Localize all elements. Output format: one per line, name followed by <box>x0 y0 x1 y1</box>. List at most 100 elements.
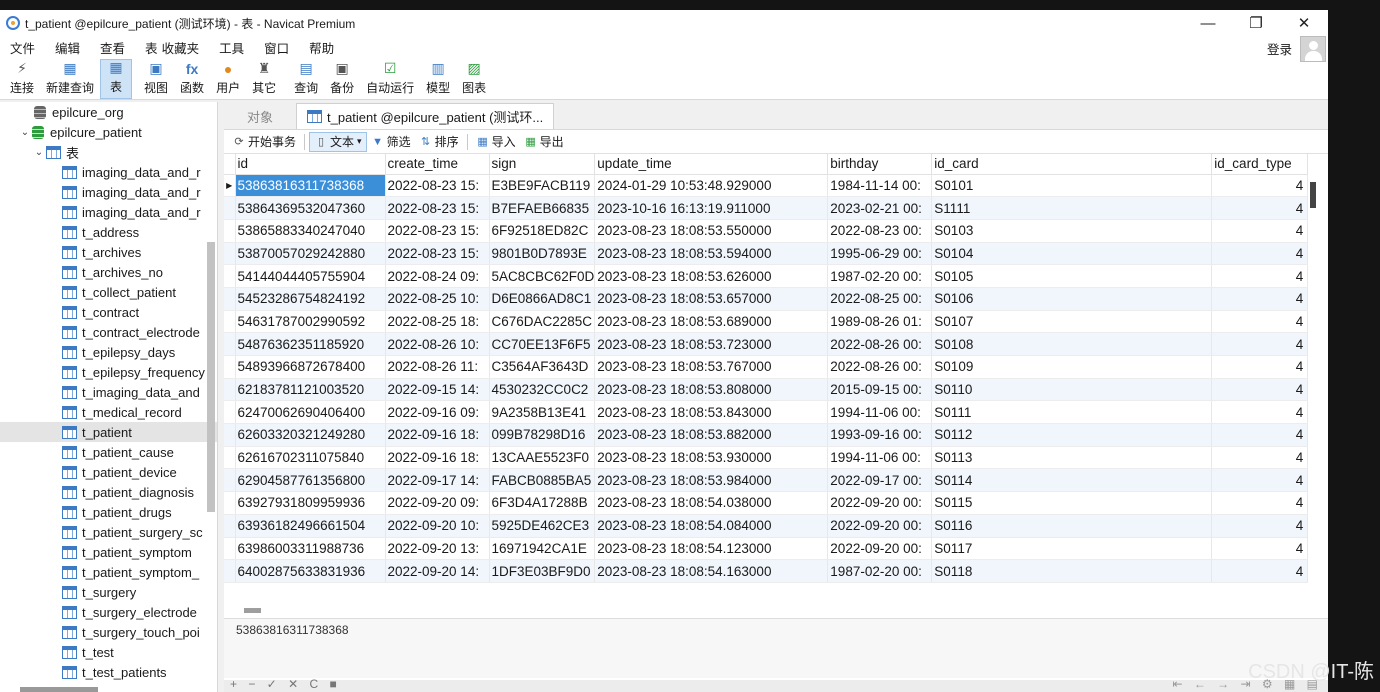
sidebar-item-table[interactable]: imaging_data_and_r <box>0 162 217 182</box>
table-cell-id[interactable]: 62616702311075840 <box>235 446 386 470</box>
table-cell-create-time[interactable]: 2022-09-16 09: <box>385 400 490 425</box>
table-cell-id[interactable]: 54523286754824192 <box>235 287 386 311</box>
table-cell-update-time[interactable]: 2023-08-23 18:08:53.723000 <box>594 332 829 356</box>
table-cell-update-time[interactable]: 2023-08-23 18:08:53.594000 <box>594 242 829 266</box>
minimize-button[interactable]: — <box>1184 10 1232 36</box>
table-cell-birthday[interactable]: 2022-09-20 00: <box>827 537 933 561</box>
table-cell-id[interactable]: 54631787002990592 <box>235 310 386 334</box>
table-cell-create-time[interactable]: 2022-08-26 11: <box>385 355 490 379</box>
column-header[interactable]: update_time <box>594 154 829 175</box>
toolbar-backup-button[interactable]: ▣ 备份 <box>324 59 360 99</box>
table-cell-birthday[interactable]: 2022-08-25 00: <box>827 287 933 311</box>
table-cell-update-time[interactable]: 2023-08-23 18:08:53.843000 <box>594 400 829 425</box>
table-cell-update-time[interactable]: 2023-08-23 18:08:53.808000 <box>594 378 829 402</box>
table-cell-id[interactable]: 64002875633831936 <box>235 559 386 583</box>
table-cell-id-card-type[interactable]: 4 <box>1211 491 1309 515</box>
table-cell-update-time[interactable]: 2023-08-23 18:08:54.123000 <box>594 537 829 561</box>
table-row[interactable]: 63936182496661504 2022-09-20 10: 5925DE462… <box>224 514 1309 538</box>
table-row[interactable]: 62183781121003520 2022-09-15 14: 4530232CC… <box>224 378 1309 402</box>
table-cell-id[interactable]: 63986003311988736 <box>235 537 386 561</box>
table-cell-id-card[interactable]: S0108 <box>931 332 1213 356</box>
toolbar-model-button[interactable]: ▥ 模型 <box>420 59 456 99</box>
table-cell-id[interactable]: 54893966872678400 <box>235 355 386 379</box>
maximize-button[interactable]: ❐ <box>1232 10 1280 36</box>
row-indicator[interactable] <box>224 468 236 493</box>
table-cell-id-card[interactable]: S0115 <box>931 491 1213 515</box>
table-cell-id-card[interactable]: S0103 <box>931 219 1213 243</box>
table-cell-birthday[interactable]: 2022-09-20 00: <box>827 514 933 538</box>
sidebar-item-table[interactable]: t_patient_cause <box>0 442 217 462</box>
tree-db-epilcure-patient[interactable]: ⌄ epilcure_patient <box>0 122 217 142</box>
menu-table[interactable]: 表 <box>135 38 160 57</box>
table-cell-id[interactable]: 62603320321249280 <box>235 423 386 447</box>
table-cell-sign[interactable]: 13CAAE5523F0 <box>489 446 596 470</box>
table-cell-id-card-type[interactable]: 4 <box>1211 468 1309 493</box>
table-cell-id-card[interactable]: S0109 <box>931 355 1213 379</box>
grid-hscrollbar[interactable] <box>244 608 261 613</box>
row-indicator[interactable] <box>224 332 236 356</box>
table-cell-id-card-type[interactable]: 4 <box>1211 537 1309 561</box>
table-cell-update-time[interactable]: 2023-08-23 18:08:54.038000 <box>594 491 829 515</box>
table-cell-update-time[interactable]: 2023-08-23 18:08:53.767000 <box>594 355 829 379</box>
table-cell-sign[interactable]: 9801B0D7893E <box>489 242 596 266</box>
column-header[interactable]: create_time <box>385 154 490 175</box>
login-link[interactable]: 登录 <box>1267 39 1292 58</box>
table-cell-birthday[interactable]: 2022-08-26 00: <box>827 355 933 379</box>
table-cell-id-card-type[interactable]: 4 <box>1211 196 1309 220</box>
table-cell-sign[interactable]: 1DF3E03BF9D0 <box>489 559 596 583</box>
sidebar-hscrollbar[interactable] <box>20 687 98 692</box>
sidebar-item-table[interactable]: t_patient_symptom <box>0 542 217 562</box>
table-cell-id-card[interactable]: S0113 <box>931 446 1213 470</box>
table-cell-birthday[interactable]: 1987-02-20 00: <box>827 264 933 288</box>
column-header[interactable]: sign <box>489 154 596 175</box>
table-cell-sign[interactable]: FABCB0885BA5 <box>489 468 596 493</box>
table-cell-create-time[interactable]: 2022-08-23 15: <box>385 242 490 266</box>
table-row[interactable]: 54523286754824192 2022-08-25 10: D6E0866AD… <box>224 287 1309 311</box>
table-cell-sign[interactable]: E3BE9FACB119 <box>489 174 596 198</box>
table-cell-update-time[interactable]: 2023-08-23 18:08:53.550000 <box>594 219 829 243</box>
table-cell-create-time[interactable]: 2022-09-17 14: <box>385 468 490 493</box>
table-cell-birthday[interactable]: 1994-11-06 00: <box>827 400 933 425</box>
sidebar-item-table[interactable]: t_patient_surgery_sc <box>0 522 217 542</box>
table-cell-id-card-type[interactable]: 4 <box>1211 219 1309 243</box>
table-cell-create-time[interactable]: 2022-09-20 09: <box>385 491 490 515</box>
table-cell-id-card-type[interactable]: 4 <box>1211 446 1309 470</box>
row-indicator[interactable] <box>224 355 236 379</box>
table-cell-birthday[interactable]: 2022-08-26 00: <box>827 332 933 356</box>
table-cell-update-time[interactable]: 2023-08-23 18:08:53.657000 <box>594 287 829 311</box>
table-cell-birthday[interactable]: 1989-08-26 01: <box>827 310 933 334</box>
sidebar-item-table[interactable]: t_patient_diagnosis <box>0 482 217 502</box>
table-cell-id-card-type[interactable]: 4 <box>1211 355 1309 379</box>
table-cell-id[interactable]: 53863816311738368 <box>235 174 386 198</box>
sidebar-item-table[interactable]: imaging_data_and_r <box>0 202 217 222</box>
column-header[interactable]: id_card_type <box>1211 154 1309 175</box>
table-row[interactable]: 63927931809959936 2022-09-20 09: 6F3D4A172… <box>224 491 1309 515</box>
table-cell-update-time[interactable]: 2023-08-23 18:08:53.984000 <box>594 468 829 493</box>
table-cell-sign[interactable]: 9A2358B13E41 <box>489 400 596 425</box>
table-cell-birthday[interactable]: 1993-09-16 00: <box>827 423 933 447</box>
row-indicator[interactable] <box>224 400 236 425</box>
toolbar-table-button[interactable]: ▦ 表 <box>100 59 133 99</box>
table-row[interactable]: 62603320321249280 2022-09-16 18: 099B78298… <box>224 423 1309 447</box>
row-indicator[interactable]: ▶ <box>224 174 236 198</box>
table-cell-sign[interactable]: 6F3D4A17288B <box>489 491 596 515</box>
toolbar-chart-button[interactable]: ▨ 图表 <box>456 59 492 99</box>
sidebar-item-table[interactable]: t_surgery_electrode <box>0 602 217 622</box>
table-cell-birthday[interactable]: 2022-09-20 00: <box>827 491 933 515</box>
table-cell-update-time[interactable]: 2024-01-29 10:53:48.929000 <box>594 174 829 198</box>
table-cell-id[interactable]: 53865883340247040 <box>235 219 386 243</box>
table-cell-create-time[interactable]: 2022-09-20 13: <box>385 537 490 561</box>
menu-favorites[interactable]: 收藏夹 <box>160 38 210 57</box>
row-indicator[interactable] <box>224 264 236 288</box>
sidebar-item-table[interactable]: t_epilepsy_days <box>0 342 217 362</box>
table-row[interactable]: 53870057029242880 2022-08-23 15: 9801B0D78… <box>224 242 1309 266</box>
row-indicator[interactable] <box>224 446 236 470</box>
sidebar-item-table[interactable]: t_patient_device <box>0 462 217 482</box>
menu-window[interactable]: 窗口 <box>254 38 299 57</box>
row-indicator[interactable] <box>224 514 236 538</box>
table-cell-id-card-type[interactable]: 4 <box>1211 174 1309 198</box>
sidebar-item-table[interactable]: t_surgery <box>0 582 217 602</box>
row-indicator[interactable] <box>224 423 236 447</box>
row-indicator[interactable] <box>224 242 236 266</box>
row-indicator[interactable] <box>224 196 236 220</box>
